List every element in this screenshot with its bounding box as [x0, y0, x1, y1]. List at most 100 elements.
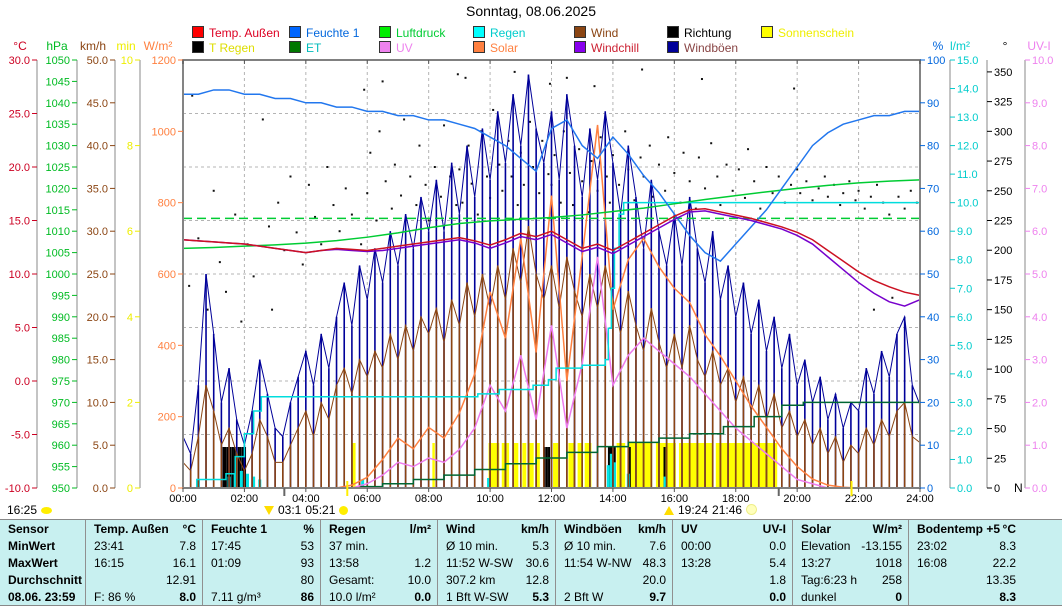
svg-text:45.0: 45.0 — [87, 98, 108, 110]
svg-text:1045: 1045 — [46, 76, 70, 88]
table-cell-value: 1.2 — [414, 556, 431, 570]
svg-text:20.0: 20.0 — [87, 312, 108, 324]
arrow-up-icon — [664, 506, 674, 515]
table-cell-value: 10.0 — [408, 573, 431, 587]
table-cell-label: MaxWert — [8, 556, 58, 570]
table-cell-label: 7.11 g/m³ — [211, 590, 261, 604]
table-cell-label: Elevation — [801, 539, 850, 553]
sunset-time: 21:46 — [712, 503, 742, 517]
table-row: 80 — [203, 571, 320, 588]
axis-unit: km/h — [80, 39, 106, 53]
svg-text:980: 980 — [52, 355, 70, 367]
table-cell-value: 5.3 — [532, 590, 549, 604]
table-row: Regenl/m² — [321, 520, 437, 537]
svg-text:10.0: 10.0 — [957, 198, 978, 210]
svg-text:0.0: 0.0 — [93, 483, 108, 495]
svg-text:970: 970 — [52, 397, 70, 409]
svg-text:0: 0 — [127, 483, 133, 495]
svg-text:960: 960 — [52, 440, 70, 452]
table-cell-label: 01:09 — [211, 556, 241, 570]
table-cell-value: -13.155 — [861, 539, 902, 553]
table-row: Windböenkm/h — [556, 520, 672, 537]
svg-text:1050: 1050 — [46, 55, 70, 67]
svg-text:300: 300 — [994, 126, 1012, 138]
svg-text:20.0: 20.0 — [9, 162, 30, 174]
svg-text:25.0: 25.0 — [9, 109, 30, 121]
svg-text:175: 175 — [994, 275, 1012, 287]
svg-text:10: 10 — [927, 440, 939, 452]
table-row: 23:028.3 — [909, 537, 1062, 554]
table-cell-value: 1.8 — [769, 573, 786, 587]
table-cell-value: 8.3 — [999, 539, 1016, 553]
svg-text:1040: 1040 — [46, 98, 70, 110]
svg-text:150: 150 — [994, 305, 1012, 317]
table-row: Feuchte 1% — [203, 520, 320, 537]
svg-text:8.0: 8.0 — [1032, 141, 1047, 153]
table-cell-label: 00:00 — [681, 539, 711, 553]
svg-text:1000: 1000 — [152, 126, 176, 138]
svg-text:-10.0: -10.0 — [5, 483, 30, 495]
svg-text:10: 10 — [121, 55, 133, 67]
table-cell-label: Gesamt: — [329, 573, 374, 587]
table-row: MinWert — [0, 537, 85, 554]
table-cell-value: 16.1 — [173, 556, 196, 570]
table-cell-label: 13:27 — [801, 556, 831, 570]
table-column: Windböenkm/hØ 10 min.7.611:54 W-NW48.320… — [555, 520, 672, 605]
svg-text:20: 20 — [927, 397, 939, 409]
table-cell-label: 23:41 — [94, 539, 124, 553]
table-cell-value: °C — [1003, 522, 1016, 536]
table-column: UVUV-I00:000.013:285.41.80.0 — [672, 520, 792, 605]
svg-text:975: 975 — [52, 376, 70, 388]
table-cell-label: 10.0 l/m² — [329, 590, 376, 604]
svg-text:4.0: 4.0 — [957, 369, 972, 381]
table-cell-label: Feuchte 1 — [211, 522, 267, 536]
svg-text:1.0: 1.0 — [1032, 440, 1047, 452]
svg-text:350: 350 — [994, 67, 1012, 79]
table-column: SolarW/m²Elevation-13.15513:271018Tag:6:… — [792, 520, 908, 605]
svg-text:600: 600 — [158, 269, 176, 281]
table-row: Temp. Außen°C — [86, 520, 202, 537]
table-cell-label: Temp. Außen — [94, 522, 169, 536]
axis-°C: -10.0-5.00.05.010.015.020.025.030.0°C — [5, 39, 37, 495]
svg-text:25.0: 25.0 — [87, 269, 108, 281]
table-cell-value: 258 — [882, 573, 902, 587]
table-row: 13:285.4 — [673, 554, 792, 571]
svg-text:0.0: 0.0 — [15, 376, 30, 388]
table-row: 12.91 — [86, 571, 202, 588]
table-column: Bodentemp +5°C23:028.316:0822.213.358.3 — [908, 520, 1062, 605]
svg-text:1030: 1030 — [46, 141, 70, 153]
svg-text:985: 985 — [52, 333, 70, 345]
table-row: 01:0993 — [203, 554, 320, 571]
table-cell-label: UV — [681, 522, 698, 536]
table-cell-value: 13.35 — [986, 573, 1016, 587]
table-cell-value: l/m² — [410, 522, 431, 536]
axis-l/m²: 0.01.02.03.04.05.06.07.08.09.010.011.012… — [950, 39, 978, 495]
svg-text:7.0: 7.0 — [957, 283, 972, 295]
svg-text:9.0: 9.0 — [957, 226, 972, 238]
table-cell-value: 7.8 — [179, 539, 196, 553]
axis-unit: ° — [1003, 39, 1008, 53]
svg-text:6: 6 — [127, 226, 133, 238]
svg-text:30.0: 30.0 — [9, 55, 30, 67]
svg-text:12.0: 12.0 — [957, 141, 978, 153]
table-row: 37 min. — [321, 537, 437, 554]
table-cell-value: 53 — [301, 539, 314, 553]
svg-text:0.0: 0.0 — [957, 483, 972, 495]
sunset-annotation: 19:2421:46 — [664, 503, 761, 517]
axis-unit: hPa — [46, 39, 68, 53]
table-column: Temp. Außen°C23:417.816:1516.112.91F: 86… — [85, 520, 202, 605]
table-cell-value: 12.91 — [166, 573, 196, 587]
svg-text:11.0: 11.0 — [957, 169, 978, 181]
table-row: 7.11 g/m³86 — [203, 588, 320, 605]
table-row: 11:54 W-NW48.3 — [556, 554, 672, 571]
table-cell-label: Durchschnitt — [8, 573, 82, 587]
table-column: Windkm/hØ 10 min.5.311:52 W-SW30.6307.2 … — [437, 520, 555, 605]
svg-text:15.0: 15.0 — [957, 55, 978, 67]
svg-text:1000: 1000 — [46, 269, 70, 281]
table-row: 13:581.2 — [321, 554, 437, 571]
table-column: Regenl/m²37 min.13:581.2 Gesamt: 10.0 10.0 … — [320, 520, 437, 605]
table-cell-value: 8.3 — [999, 590, 1016, 604]
svg-text:0.0: 0.0 — [1032, 483, 1047, 495]
axis-km/h: 0.05.010.015.020.025.030.035.040.045.050… — [80, 39, 115, 495]
svg-text:100: 100 — [994, 364, 1012, 376]
